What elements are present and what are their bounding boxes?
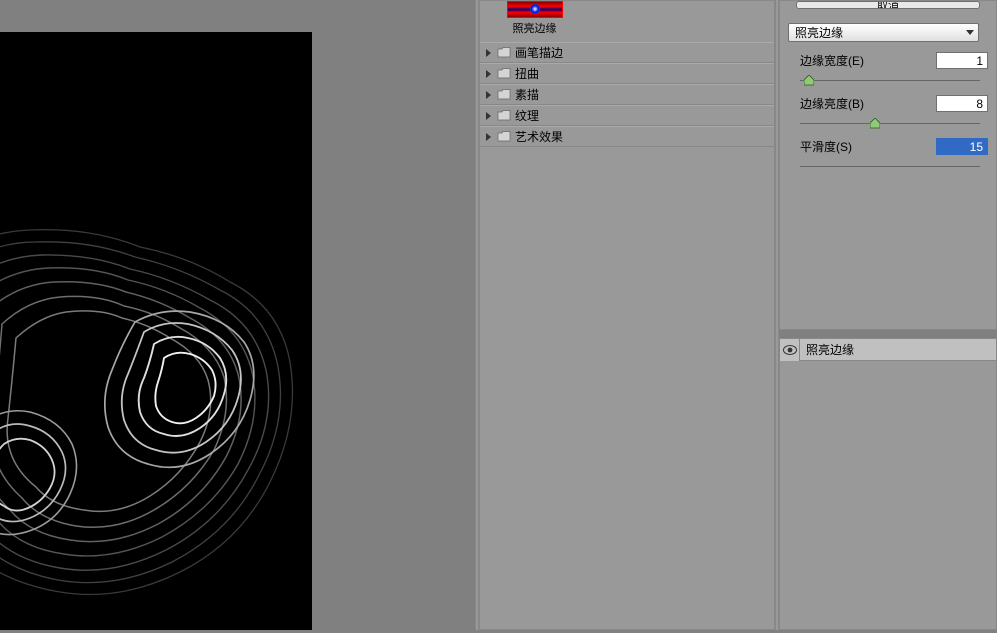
param-edge-width-slider[interactable]	[800, 73, 980, 87]
category-label: 画笔描边	[515, 44, 563, 61]
effect-layer-row[interactable]: 照亮边缘	[780, 339, 996, 361]
folder-icon	[497, 131, 511, 142]
filter-thumbnail-label: 照亮边缘	[502, 20, 567, 36]
preview-canvas[interactable]	[0, 32, 312, 630]
filter-thumbnail-row: 照亮边缘	[480, 1, 774, 42]
folder-icon	[497, 110, 511, 121]
param-edge-width-input[interactable]	[936, 52, 988, 69]
category-label: 纹理	[515, 107, 539, 124]
filter-thumbnail-image	[507, 1, 563, 18]
eye-icon	[783, 345, 797, 355]
expand-triangle-icon	[486, 49, 491, 57]
filter-select-dropdown[interactable]: 照亮边缘	[788, 23, 988, 42]
category-distort[interactable]: 扭曲	[480, 63, 774, 84]
category-body-empty	[480, 147, 774, 629]
category-label: 艺术效果	[515, 128, 563, 145]
param-edge-brightness: 边缘亮度(B)	[800, 95, 988, 130]
preview-pane	[0, 0, 475, 630]
param-smoothness-input[interactable]	[936, 138, 988, 155]
param-edge-brightness-input[interactable]	[936, 95, 988, 112]
filter-category-panel: 照亮边缘 画笔描边 扭曲 素描	[479, 0, 775, 630]
visibility-toggle[interactable]	[780, 339, 800, 361]
effect-layers-panel: 照亮边缘	[779, 338, 997, 630]
category-brush-strokes[interactable]: 画笔描边	[480, 42, 774, 63]
filter-thumbnail-selected[interactable]: 照亮边缘	[502, 1, 567, 36]
expand-triangle-icon	[486, 70, 491, 78]
folder-icon	[497, 68, 511, 79]
expand-triangle-icon	[486, 112, 491, 120]
param-label: 平滑度(S)	[800, 138, 852, 155]
param-label: 边缘宽度(E)	[800, 52, 864, 69]
chevron-down-icon	[963, 26, 976, 39]
filter-select-label: 照亮边缘	[795, 24, 843, 41]
param-smoothness: 平滑度(S)	[800, 138, 988, 173]
expand-triangle-icon	[486, 91, 491, 99]
param-edge-width: 边缘宽度(E)	[800, 52, 988, 87]
cancel-button[interactable]: 取消	[796, 1, 980, 9]
param-label: 边缘亮度(B)	[800, 95, 864, 112]
param-smoothness-slider[interactable]	[800, 159, 980, 173]
category-artistic[interactable]: 艺术效果	[480, 126, 774, 147]
folder-icon	[497, 89, 511, 100]
category-label: 扭曲	[515, 65, 539, 82]
category-label: 素描	[515, 86, 539, 103]
controls-top-section: 取消 照亮边缘 边缘宽度(E)	[779, 0, 997, 330]
controls-panel: 取消 照亮边缘 边缘宽度(E)	[779, 0, 997, 630]
effect-layer-label: 照亮边缘	[800, 341, 854, 358]
category-sketch[interactable]: 素描	[480, 84, 774, 105]
folder-icon	[497, 47, 511, 58]
category-texture[interactable]: 纹理	[480, 105, 774, 126]
expand-triangle-icon	[486, 133, 491, 141]
param-edge-brightness-slider[interactable]	[800, 116, 980, 130]
